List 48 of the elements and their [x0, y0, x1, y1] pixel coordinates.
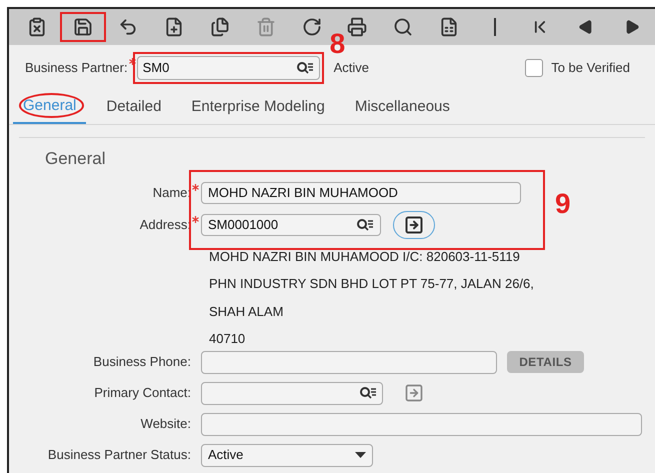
- tab[interactable]: Enterprise Modeling: [181, 91, 335, 124]
- open-icon: [404, 214, 424, 234]
- dropdown-caret-icon: [355, 452, 366, 458]
- lookup-icon[interactable]: [356, 218, 374, 232]
- checkbox[interactable]: [525, 59, 544, 77]
- search-icon: [393, 17, 414, 37]
- address-line: SHAH ALAM: [209, 302, 284, 320]
- section-title: General: [44, 148, 106, 170]
- lookup-icon[interactable]: [296, 61, 314, 75]
- field-label: Name:: [152, 184, 191, 202]
- refresh-icon: [302, 17, 322, 37]
- clear-icon: [26, 17, 47, 37]
- website-field[interactable]: [201, 412, 642, 436]
- open-icon[interactable]: [404, 383, 424, 403]
- field-label: Business Partner Status:: [48, 446, 191, 464]
- next-triangle-icon: [624, 19, 640, 35]
- new-document-icon: [164, 17, 184, 37]
- checkbox-label: To be Verified: [551, 59, 630, 78]
- business-partner-field[interactable]: SM0: [136, 56, 320, 80]
- status-dropdown[interactable]: Active: [201, 444, 373, 466]
- address-line: PHN INDUSTRY SDN BHD LOT PT 75-77, JALAN 26/6,: [209, 275, 535, 293]
- undo-icon: [118, 17, 138, 37]
- field-label: Business Partner:: [25, 59, 128, 78]
- field-label: Business Phone:: [93, 353, 191, 372]
- open-address-button[interactable]: [393, 210, 435, 238]
- field-label: Website:: [140, 415, 191, 434]
- copy-icon: [210, 17, 230, 37]
- address-line: 40710: [209, 330, 246, 348]
- lookup-icon[interactable]: [359, 386, 377, 400]
- details-button[interactable]: DETAILS: [507, 351, 584, 373]
- printer-icon: [347, 17, 368, 37]
- primary-contact-field[interactable]: [201, 382, 383, 404]
- previous-triangle-icon: [578, 19, 594, 35]
- field-label: Primary Contact:: [94, 384, 191, 402]
- trash-icon: [256, 17, 276, 37]
- address-line: MOHD NAZRI BIN MUHAMOOD I/C: 820603-11-5119: [209, 248, 521, 266]
- status-text: Active: [334, 59, 370, 78]
- toolbar-button[interactable]: [60, 12, 106, 42]
- annotation-number: 8: [330, 30, 346, 58]
- tab[interactable]: Detailed: [96, 91, 172, 124]
- name-field[interactable]: MOHD NAZRI BIN MUHAMOOD: [201, 182, 521, 204]
- address-field[interactable]: SM0001000: [201, 214, 381, 236]
- annotation-number: 9: [555, 190, 571, 218]
- save-icon: [72, 17, 93, 37]
- field-label: Address:: [140, 216, 191, 234]
- spreadsheet-icon: [438, 17, 459, 37]
- phone-field[interactable]: [201, 350, 497, 374]
- tab[interactable]: Miscellaneous: [344, 91, 460, 124]
